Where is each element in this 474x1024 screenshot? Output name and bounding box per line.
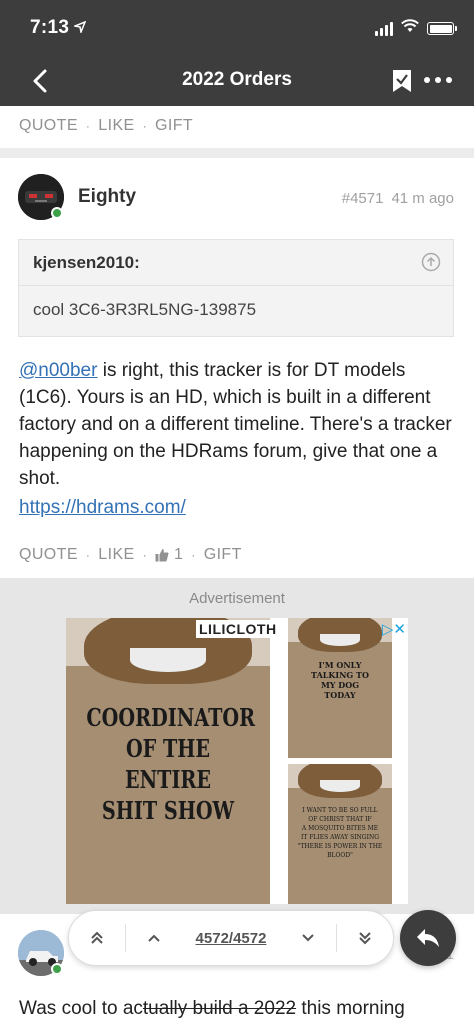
expand-up-icon[interactable] xyxy=(421,252,441,272)
ad-main-image[interactable]: COORDINATOR OF THE ENTIRE SHIT SHOW xyxy=(66,618,270,904)
ad-main-print: COORDINATOR OF THE ENTIRE SHIT SHOW xyxy=(86,703,256,825)
ad-top-right-image[interactable]: I'M ONLY TALKING TO MY DOG TODAY xyxy=(288,618,392,758)
advertisement: Advertisement COORDINATOR OF THE ENTIRE … xyxy=(0,578,474,914)
wifi-icon xyxy=(401,19,419,38)
post-pager: 4572/4572 xyxy=(68,910,394,966)
ad-bottom-right-print: I WANT TO BE SO FULL OF CHRIST THAT IF A… xyxy=(297,807,383,859)
post-actions: QUOTE · LIKE · 1 · GIFT xyxy=(19,546,242,564)
ad-top-right-print: I'M ONLY TALKING TO MY DOG TODAY xyxy=(311,660,369,700)
post-number[interactable]: #4571 xyxy=(342,190,384,207)
post-divider xyxy=(0,148,474,158)
ad-banner[interactable]: COORDINATOR OF THE ENTIRE SHIT SHOW I'M … xyxy=(66,618,408,904)
battery-icon xyxy=(427,22,457,35)
post-time: 41 m ago xyxy=(391,190,454,207)
quote-text: cool 3C6-3R3RL5NG-139875 xyxy=(33,300,257,319)
quote-header[interactable]: kjensen2010: xyxy=(19,240,453,286)
reply-button[interactable] xyxy=(400,910,456,966)
ad-bottom-right-image[interactable]: I WANT TO BE SO FULL OF CHRIST THAT IF A… xyxy=(288,764,392,904)
hdrams-link[interactable]: https://hdrams.com/ xyxy=(19,497,186,519)
like-count: 1 xyxy=(174,546,184,563)
nav-bar: 2022 Orders xyxy=(0,56,474,106)
thumbs-up-icon xyxy=(155,548,169,562)
ad-brand-logo: LILICLOTH xyxy=(196,620,280,638)
previous-post-button[interactable] xyxy=(126,910,182,966)
gift-button[interactable]: GIFT xyxy=(204,546,242,564)
ad-label: Advertisement xyxy=(189,590,285,607)
like-button[interactable]: LIKE xyxy=(98,546,134,564)
post-username[interactable]: Eighty xyxy=(78,186,136,208)
quote-button[interactable]: QUOTE xyxy=(19,546,78,564)
post-body: @n00ber is right, this tracker is for DT… xyxy=(19,357,459,492)
gift-button[interactable]: GIFT xyxy=(155,117,193,135)
quote-button[interactable]: QUOTE xyxy=(19,117,78,135)
next-post-text: Was cool to actually build a 2022 this m… xyxy=(19,998,405,1019)
status-time: 7:13 xyxy=(30,17,70,38)
prev-post-actions: QUOTE · LIKE · GIFT xyxy=(19,117,194,135)
adchoices-close-icon[interactable]: ▷✕ xyxy=(382,620,406,638)
location-arrow-icon xyxy=(72,20,87,38)
online-indicator xyxy=(51,963,63,975)
status-bar: 7:13 xyxy=(0,0,474,56)
reply-icon xyxy=(415,927,441,949)
post-meta: #4571 41 m ago xyxy=(342,190,454,207)
jump-to-top-button[interactable] xyxy=(69,910,125,966)
jump-to-bottom-button[interactable] xyxy=(337,910,393,966)
signal-icon xyxy=(375,21,393,36)
post-counter[interactable]: 4572/4572 xyxy=(182,930,280,947)
bookmark-icon[interactable] xyxy=(392,69,412,93)
user-mention-link[interactable]: @n00ber xyxy=(19,360,97,381)
like-button[interactable]: LIKE xyxy=(98,117,134,135)
quote-block: kjensen2010: cool 3C6-3R3RL5NG-139875 xyxy=(18,239,454,337)
online-indicator xyxy=(51,207,63,219)
next-post-button[interactable] xyxy=(280,910,336,966)
quote-author: kjensen2010: xyxy=(33,253,140,272)
more-options-icon[interactable] xyxy=(424,77,452,83)
